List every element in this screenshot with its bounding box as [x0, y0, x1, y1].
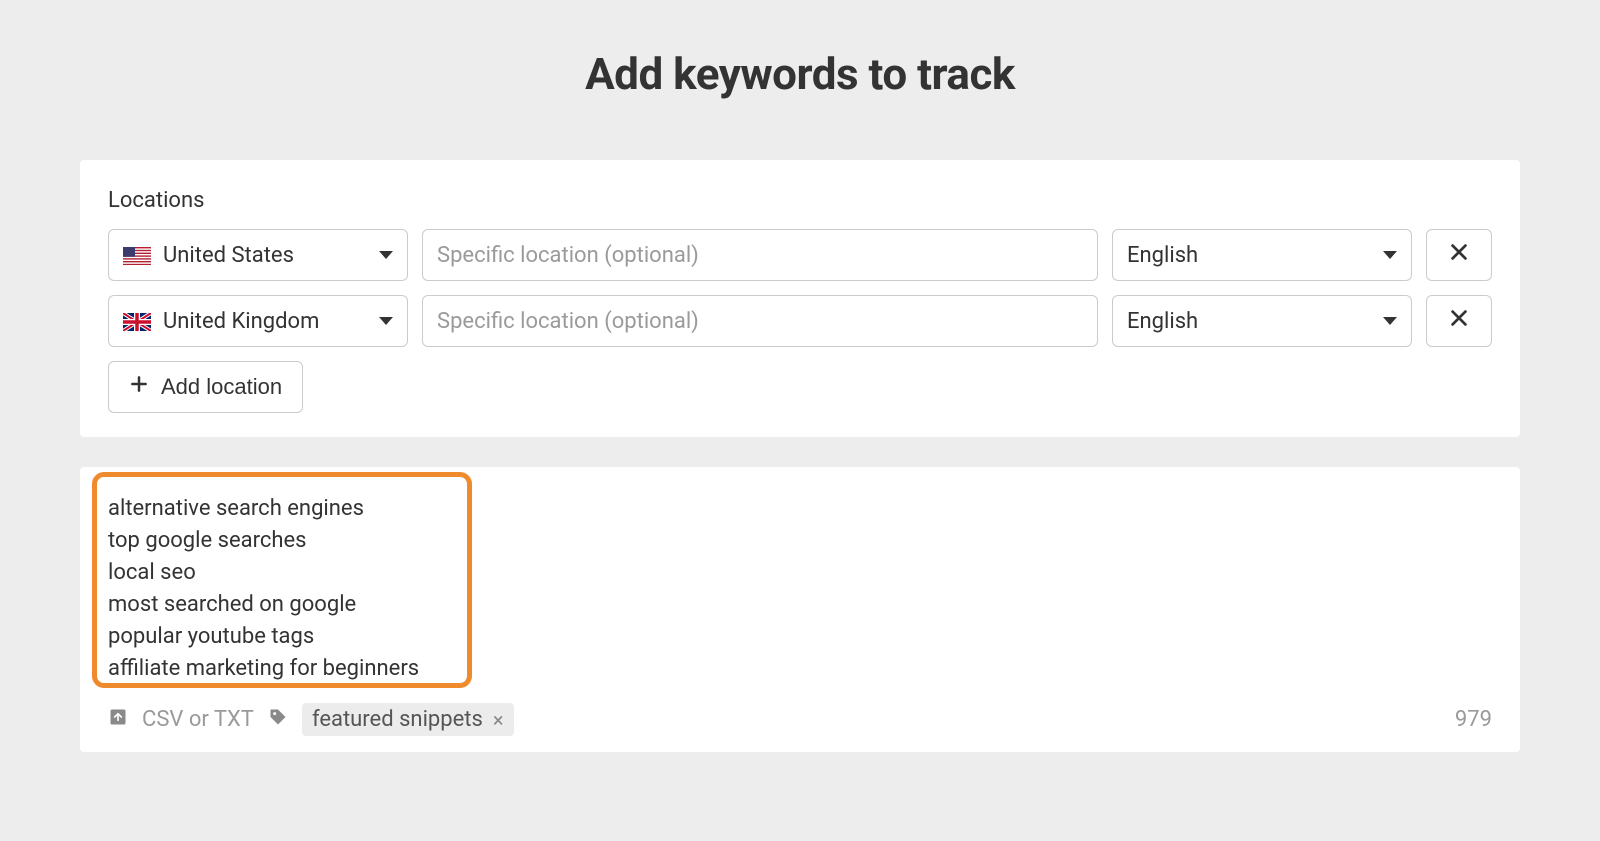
tag-chip: featured snippets ×	[302, 703, 514, 736]
chevron-down-icon	[1383, 251, 1397, 259]
remove-tag-button[interactable]: ×	[493, 708, 504, 732]
upload-icon[interactable]	[108, 707, 128, 733]
specific-location-input[interactable]: Specific location (optional)	[422, 295, 1098, 347]
location-row: United Kingdom Specific location (option…	[108, 295, 1492, 347]
upload-hint[interactable]: CSV or TXT	[142, 707, 254, 732]
country-name: United Kingdom	[163, 309, 319, 334]
chevron-down-icon	[379, 317, 393, 325]
remove-location-button[interactable]	[1426, 295, 1492, 347]
add-location-label: Add location	[161, 374, 282, 400]
keywords-remaining-counter: 979	[1455, 707, 1492, 732]
close-icon	[1448, 307, 1470, 335]
locations-label: Locations	[108, 188, 1492, 213]
tag-label: featured snippets	[312, 707, 483, 732]
flag-us-icon	[123, 246, 151, 264]
keywords-card: alternative search engines top google se…	[80, 467, 1520, 752]
keywords-footer: CSV or TXT featured snippets × 979	[80, 695, 1520, 752]
language-select[interactable]: English	[1112, 295, 1412, 347]
country-name: United States	[163, 243, 294, 268]
chevron-down-icon	[1383, 317, 1397, 325]
page-title: Add keywords to track	[0, 48, 1600, 100]
flag-uk-icon	[123, 312, 151, 330]
country-select[interactable]: United States	[108, 229, 408, 281]
keywords-textarea[interactable]: alternative search engines top google se…	[80, 467, 1520, 695]
language-select[interactable]: English	[1112, 229, 1412, 281]
location-row: United States Specific location (optiona…	[108, 229, 1492, 281]
language-name: English	[1127, 243, 1198, 268]
chevron-down-icon	[379, 251, 393, 259]
placeholder-text: Specific location (optional)	[437, 309, 699, 334]
locations-card: Locations United States Specif	[80, 160, 1520, 437]
country-select[interactable]: United Kingdom	[108, 295, 408, 347]
close-icon	[1448, 241, 1470, 269]
language-name: English	[1127, 309, 1198, 334]
placeholder-text: Specific location (optional)	[437, 243, 699, 268]
specific-location-input[interactable]: Specific location (optional)	[422, 229, 1098, 281]
tag-icon[interactable]	[268, 707, 288, 733]
add-location-button[interactable]: Add location	[108, 361, 303, 413]
plus-icon	[129, 374, 149, 400]
remove-location-button[interactable]	[1426, 229, 1492, 281]
